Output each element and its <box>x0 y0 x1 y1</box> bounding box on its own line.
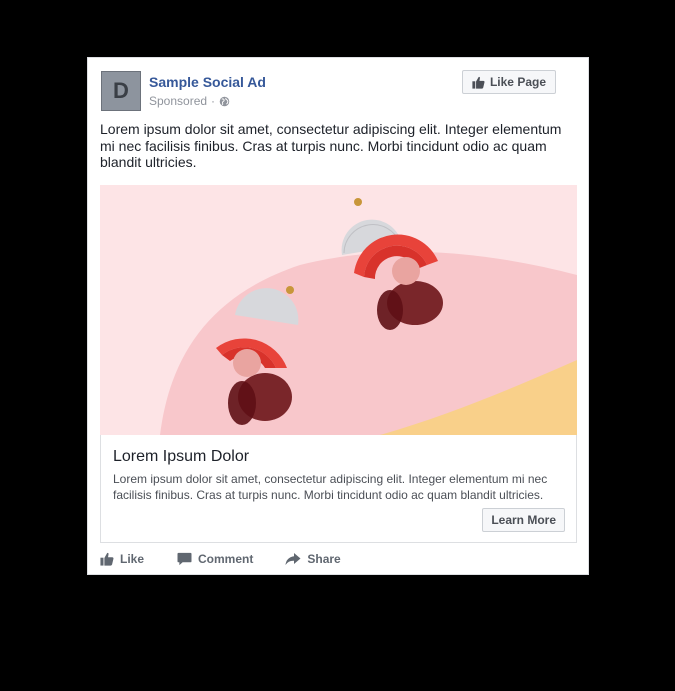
thumbs-up-icon <box>472 76 485 89</box>
ad-image[interactable] <box>100 185 577 435</box>
ad-card: D Sample Social Ad Sponsored · Like Page… <box>87 57 589 575</box>
thumbs-up-icon <box>100 552 114 566</box>
like-page-label: Like Page <box>489 75 546 89</box>
avatar[interactable]: D <box>101 71 141 111</box>
link-description: Lorem ipsum dolor sit amet, consectetur … <box>113 472 548 502</box>
sponsored-label: Sponsored <box>149 94 208 108</box>
avatar-letter: D <box>113 78 129 103</box>
sponsored-row: Sponsored · <box>149 94 230 108</box>
share-icon <box>285 552 301 566</box>
like-button[interactable]: Like <box>100 552 144 566</box>
post-text: Lorem ipsum dolor sit amet, consectetur … <box>100 121 562 170</box>
share-label: Share <box>307 552 341 566</box>
comment-label: Comment <box>198 552 254 566</box>
share-button[interactable]: Share <box>285 552 341 566</box>
action-bar: Like Comment Share <box>100 548 578 570</box>
like-page-button[interactable]: Like Page <box>461 70 556 94</box>
like-label: Like <box>120 552 145 566</box>
learn-more-button[interactable]: Learn More <box>482 508 565 532</box>
link-preview[interactable]: Lorem Ipsum Dolor Lorem ipsum dolor sit … <box>100 435 577 543</box>
globe-icon[interactable] <box>219 96 230 107</box>
comment-icon <box>177 552 192 566</box>
separator: · <box>211 94 216 108</box>
link-title[interactable]: Lorem Ipsum Dolor <box>113 448 249 466</box>
page-name-link[interactable]: Sample Social Ad <box>149 74 266 90</box>
comment-button[interactable]: Comment <box>177 552 253 566</box>
